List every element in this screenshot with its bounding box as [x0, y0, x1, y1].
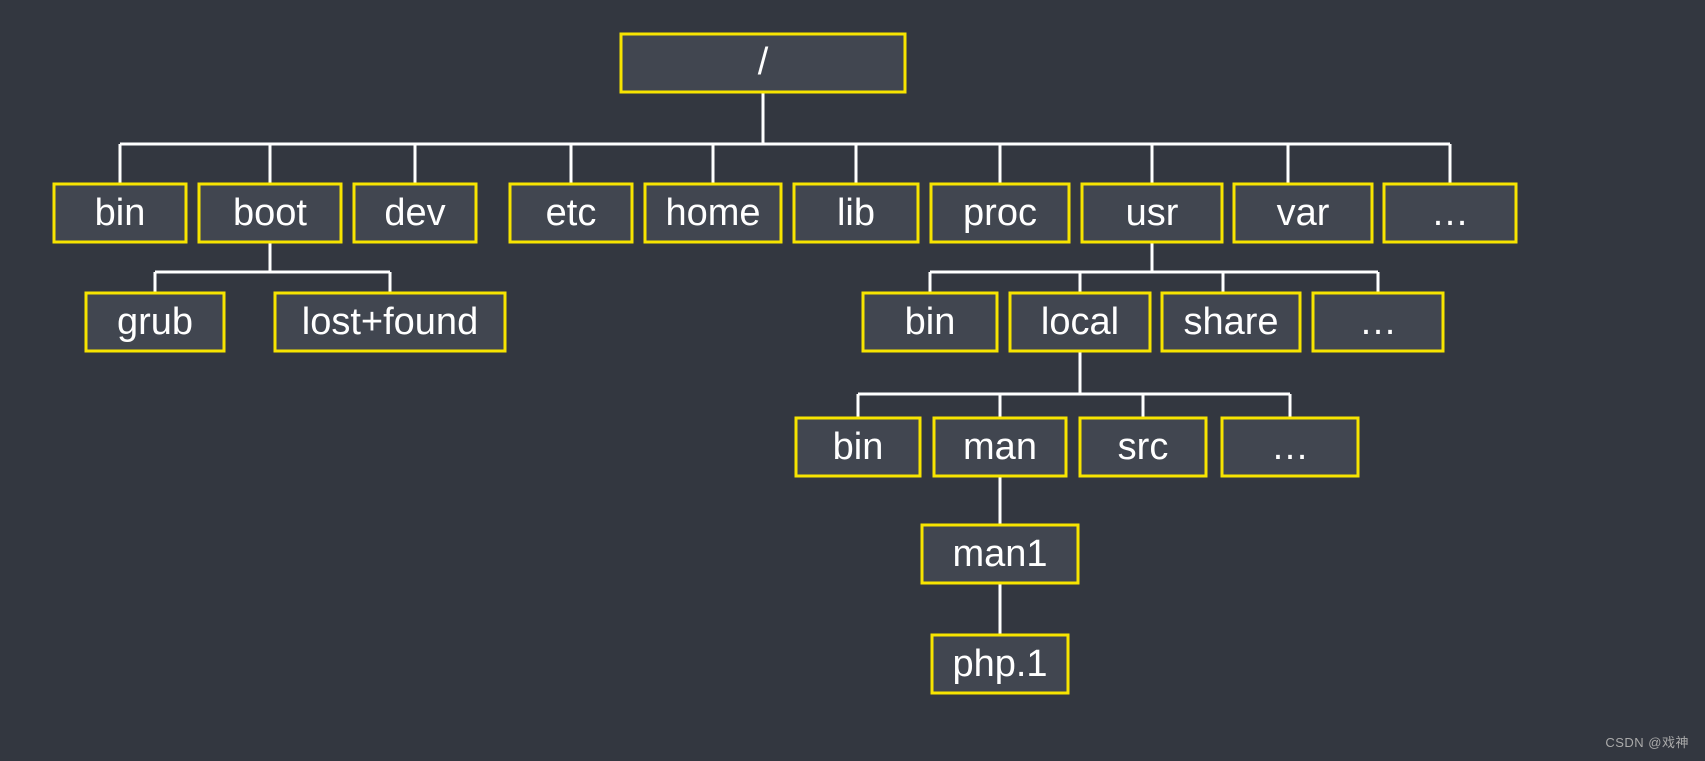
node-dev: dev [354, 184, 476, 242]
node-php1-label: php.1 [952, 643, 1047, 685]
node-home-label: home [665, 192, 760, 234]
node-usr-share: share [1162, 293, 1300, 351]
node-lostfound: lost+found [275, 293, 505, 351]
filesystem-tree-diagram: / bin boot dev etc home lib proc usr var… [0, 0, 1705, 761]
node-php1: php.1 [932, 635, 1068, 693]
node-local-src: src [1080, 418, 1206, 476]
node-bin: bin [54, 184, 186, 242]
node-man1-label: man1 [952, 533, 1047, 575]
node-etc-label: etc [546, 192, 597, 234]
node-local-src-label: src [1118, 426, 1169, 468]
node-local-man: man [934, 418, 1066, 476]
node-usr-more-label: … [1359, 301, 1397, 343]
node-var-label: var [1277, 192, 1330, 234]
node-usr-more: … [1313, 293, 1443, 351]
node-local-bin-label: bin [833, 426, 884, 468]
node-usr-bin-label: bin [905, 301, 956, 343]
node-dev-label: dev [384, 192, 445, 234]
node-boot-label: boot [233, 192, 307, 234]
watermark-text: CSDN @戏神 [1605, 732, 1689, 751]
node-usr-local-label: local [1041, 301, 1119, 343]
node-usr: usr [1082, 184, 1222, 242]
node-home: home [645, 184, 781, 242]
node-usr-label: usr [1126, 192, 1179, 234]
node-local-more-label: … [1271, 426, 1309, 468]
node-proc: proc [931, 184, 1069, 242]
node-local-bin: bin [796, 418, 920, 476]
node-lib: lib [794, 184, 918, 242]
node-grub: grub [86, 293, 224, 351]
node-usr-local: local [1010, 293, 1150, 351]
node-bin-label: bin [95, 192, 146, 234]
node-lib-label: lib [837, 192, 875, 234]
node-usr-share-label: share [1183, 301, 1278, 343]
node-level1-more: … [1384, 184, 1516, 242]
node-etc: etc [510, 184, 632, 242]
node-grub-label: grub [117, 301, 193, 343]
node-var: var [1234, 184, 1372, 242]
node-proc-label: proc [963, 192, 1037, 234]
node-lostfound-label: lost+found [302, 301, 478, 343]
node-root: / [621, 34, 905, 92]
node-usr-bin: bin [863, 293, 997, 351]
node-boot: boot [199, 184, 341, 242]
node-local-more: … [1222, 418, 1358, 476]
node-man1: man1 [922, 525, 1078, 583]
node-root-label: / [758, 41, 769, 83]
node-level1-more-label: … [1431, 192, 1469, 234]
node-local-man-label: man [963, 426, 1037, 468]
